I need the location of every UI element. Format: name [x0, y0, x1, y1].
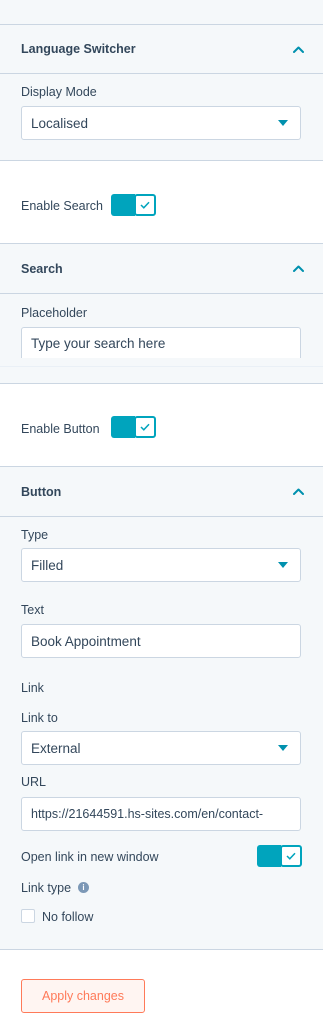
caret-down-icon — [278, 562, 288, 568]
language-switcher-header[interactable]: Language Switcher — [0, 25, 323, 73]
enable-search-label: Enable Search — [21, 199, 104, 213]
text-value: Book Appointment — [31, 633, 141, 649]
placeholder-value: Type your search here — [31, 335, 166, 351]
link-to-label: Link to — [21, 711, 58, 725]
chevron-up-icon[interactable] — [292, 263, 304, 275]
check-icon — [134, 194, 156, 216]
divider — [0, 383, 323, 384]
display-mode-select[interactable]: Localised — [21, 106, 301, 140]
url-input[interactable]: https://21644591.hs-sites.com/en/contact… — [21, 797, 301, 831]
enable-button-toggle[interactable] — [111, 416, 157, 438]
type-label: Type — [21, 528, 49, 542]
open-new-window-label: Open link in new window — [21, 850, 159, 864]
no-follow-checkbox[interactable] — [21, 909, 35, 923]
open-new-window-toggle[interactable] — [257, 845, 303, 867]
no-follow-label: No follow — [42, 910, 94, 924]
caret-down-icon — [278, 120, 288, 126]
button-header[interactable]: Button — [0, 467, 323, 516]
link-to-select[interactable]: External — [21, 731, 301, 765]
enable-search-toggle[interactable] — [111, 194, 157, 216]
toggle-track — [111, 194, 135, 216]
enable-button-label: Enable Button — [21, 422, 100, 436]
caret-down-icon — [278, 745, 288, 751]
link-type-label: Link type — [21, 881, 72, 895]
search-header[interactable]: Search — [0, 244, 323, 293]
divider — [0, 366, 323, 367]
link-heading: Link — [21, 681, 44, 695]
button-title: Button — [21, 484, 62, 499]
top-strip — [0, 0, 323, 24]
placeholder-label: Placeholder — [21, 306, 88, 320]
link-to-value: External — [31, 740, 81, 756]
check-icon — [134, 416, 156, 438]
toggle-track — [257, 845, 281, 867]
text-label: Text — [21, 603, 44, 617]
check-icon — [280, 845, 302, 867]
display-mode-label: Display Mode — [21, 85, 97, 99]
toggle-track — [111, 416, 135, 438]
language-switcher-title: Language Switcher — [21, 42, 136, 56]
divider — [0, 949, 323, 950]
info-icon[interactable]: i — [78, 882, 89, 893]
text-input[interactable]: Book Appointment — [21, 624, 301, 658]
type-select[interactable]: Filled — [21, 548, 301, 582]
divider — [0, 160, 323, 161]
apply-changes-button[interactable]: Apply changes — [21, 979, 145, 1013]
type-value: Filled — [31, 557, 64, 573]
display-mode-value: Localised — [31, 115, 89, 131]
url-value: https://21644591.hs-sites.com/en/contact… — [31, 807, 264, 821]
chevron-up-icon[interactable] — [292, 43, 304, 55]
chevron-up-icon[interactable] — [292, 486, 304, 498]
search-title: Search — [21, 261, 63, 276]
url-label: URL — [21, 775, 47, 789]
placeholder-input[interactable]: Type your search here — [21, 327, 301, 358]
